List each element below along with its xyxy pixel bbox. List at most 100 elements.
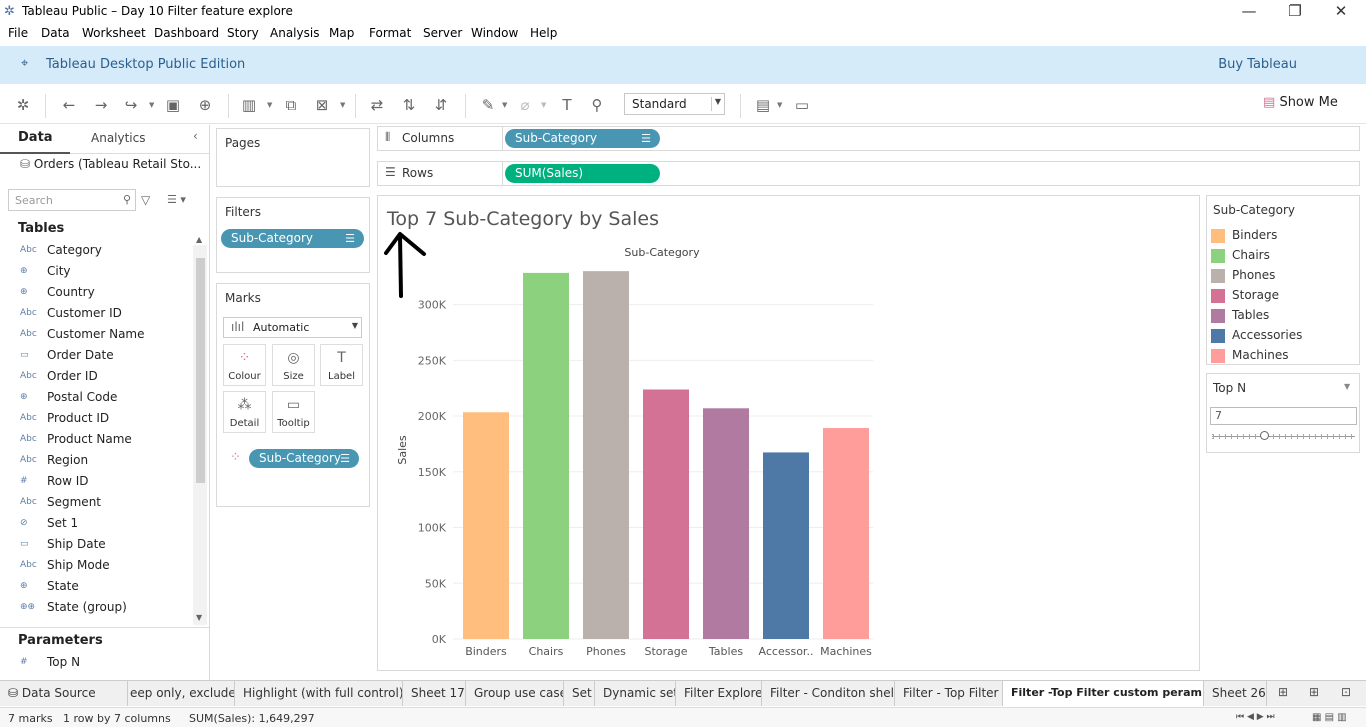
colour-button[interactable]: ⁘ Colour	[223, 344, 266, 386]
rows-pill[interactable]: SUM(Sales)	[505, 164, 660, 183]
chevron-down-icon[interactable]: ▼	[149, 101, 154, 109]
menu-dashboard[interactable]: Dashboard	[154, 26, 219, 40]
label-button[interactable]: T Label	[320, 344, 363, 386]
sheet-tab-active[interactable]: Filter -Top Filter custom peram...	[1003, 681, 1204, 706]
size-button[interactable]: ◎ Size	[272, 344, 315, 386]
view-options-icon[interactable]: ☰ ▾	[167, 193, 186, 206]
chevron-down-icon[interactable]: ▼	[541, 101, 546, 109]
datasource-row[interactable]: ⛁ Orders (Tableau Retail Sto...	[20, 157, 201, 171]
sort-ascending-icon[interactable]: ⇅	[398, 94, 420, 116]
field-ship-date[interactable]: ▭ Ship Date	[20, 536, 192, 556]
new-story-icon[interactable]: ⊡	[1341, 685, 1351, 699]
field-row-id[interactable]: # Row ID	[20, 473, 192, 493]
menu-server[interactable]: Server	[423, 26, 462, 40]
swap-icon[interactable]: ⇄	[366, 94, 388, 116]
menu-analysis[interactable]: Analysis	[270, 26, 319, 40]
chevron-down-icon[interactable]: ▼	[267, 101, 272, 109]
collapse-pane-icon[interactable]: ‹	[193, 129, 198, 143]
slider-thumb[interactable]	[1259, 431, 1269, 440]
sheet-tab[interactable]: Group use case	[466, 681, 564, 706]
sheet-tab[interactable]: Set	[564, 681, 595, 706]
columns-pill[interactable]: Sub-Category ☰	[505, 129, 660, 148]
replay-icon[interactable]: ↪	[120, 94, 142, 116]
field-state[interactable]: ⊕ State	[20, 578, 192, 598]
search-input[interactable]: Search ⚲	[8, 189, 136, 211]
menu-format[interactable]: Format	[369, 26, 411, 40]
field-customer-name[interactable]: Abc Customer Name	[20, 326, 192, 346]
field-order-date[interactable]: ▭ Order Date	[20, 347, 192, 367]
sheet-tab[interactable]: Dynamic set	[595, 681, 676, 706]
tooltip-button[interactable]: ▭ Tooltip	[272, 391, 315, 433]
view-toggle-icons[interactable]: ▦ ▤ ▥	[1312, 712, 1347, 723]
menu-worksheet[interactable]: Worksheet	[82, 26, 146, 40]
scroll-down-icon[interactable]: ▼	[196, 613, 202, 622]
new-datasource-icon[interactable]: ⊕	[194, 94, 216, 116]
field-order-id[interactable]: Abc Order ID	[20, 368, 192, 388]
undo-icon[interactable]: ←	[58, 94, 80, 116]
field-state-group-[interactable]: ⊕⊕ State (group)	[20, 599, 192, 619]
new-dashboard-icon[interactable]: ⊞	[1309, 685, 1319, 699]
highlight-icon[interactable]: ✎	[477, 94, 499, 116]
field-set-1[interactable]: ⊘ Set 1	[20, 515, 192, 535]
tableau-home-icon[interactable]: ✲	[12, 94, 34, 116]
chevron-down-icon[interactable]: ▼	[502, 101, 507, 109]
sheet-tab[interactable]: Sheet 17	[403, 681, 466, 706]
fit-dropdown[interactable]: Standard ▼	[624, 93, 725, 115]
save-icon[interactable]: ▣	[162, 94, 184, 116]
sheet-nav-icons[interactable]: ⏮ ◀ ▶ ⏭	[1236, 712, 1275, 722]
pages-card[interactable]: Pages	[216, 128, 370, 187]
pin-axes-icon[interactable]: ⚲	[586, 94, 608, 116]
filter-icon[interactable]: ▽	[141, 193, 150, 207]
marks-pill[interactable]: Sub-Category ☰	[249, 449, 359, 468]
field-postal-code[interactable]: ⊕ Postal Code	[20, 389, 192, 409]
top-n-input[interactable]: 7	[1210, 407, 1357, 425]
sheet-tab[interactable]: Highlight (with full control)	[235, 681, 403, 706]
menu-file[interactable]: File	[8, 26, 28, 40]
tab-analytics[interactable]: Analytics	[91, 131, 146, 145]
filter-pill[interactable]: Sub-Category ☰	[221, 229, 364, 248]
presentation-icon[interactable]: ▭	[791, 94, 813, 116]
new-worksheet-icon[interactable]: ▥	[238, 94, 260, 116]
detail-button[interactable]: ⁂ Detail	[223, 391, 266, 433]
sheet-tab[interactable]: Sheet 26	[1204, 681, 1267, 706]
chevron-down-icon[interactable]: ▼	[340, 101, 345, 109]
clear-sheet-icon[interactable]: ⊠	[311, 94, 333, 116]
duplicate-icon[interactable]: ⧉	[280, 94, 302, 116]
mark-type-dropdown[interactable]: ılıl Automatic ▼	[223, 317, 362, 338]
scrollbar-thumb[interactable]	[196, 258, 205, 483]
sheet-tab[interactable]: Filter - Conditon shelf	[762, 681, 895, 706]
field-category[interactable]: Abc Category	[20, 242, 192, 262]
menu-data[interactable]: Data	[41, 26, 70, 40]
menu-story[interactable]: Story	[227, 26, 259, 40]
sheet-tab[interactable]: Filter Explore	[676, 681, 762, 706]
field-country[interactable]: ⊕ Country	[20, 284, 192, 304]
field-product-id[interactable]: Abc Product ID	[20, 410, 192, 430]
scroll-up-icon[interactable]: ▲	[196, 235, 202, 244]
cards-icon[interactable]: ▤	[752, 94, 774, 116]
minimize-button[interactable]: —	[1226, 0, 1272, 24]
field-region[interactable]: Abc Region	[20, 452, 192, 472]
show-me-button[interactable]: ▤ Show Me	[1263, 95, 1338, 110]
new-worksheet-icon[interactable]: ⊞	[1278, 685, 1288, 699]
sheet-tab[interactable]: eep only, exclude	[128, 681, 235, 706]
tab-data[interactable]: Data	[18, 130, 53, 145]
filters-card[interactable]: Filters Sub-Category ☰	[216, 197, 370, 273]
field-city[interactable]: ⊕ City	[20, 263, 192, 283]
field-ship-mode[interactable]: Abc Ship Mode	[20, 557, 192, 577]
sort-descending-icon[interactable]: ⇵	[430, 94, 452, 116]
tab-data-source[interactable]: ⛁ Data Source	[0, 681, 128, 706]
menu-map[interactable]: Map	[329, 26, 354, 40]
buy-tableau-link[interactable]: Buy Tableau	[1218, 57, 1297, 72]
field-customer-id[interactable]: Abc Customer ID	[20, 305, 192, 325]
columns-shelf[interactable]: ⦀ Columns Sub-Category ☰	[377, 126, 1360, 151]
chevron-down-icon[interactable]: ▼	[1344, 382, 1350, 391]
rows-shelf[interactable]: ☰ Rows SUM(Sales)	[377, 161, 1360, 186]
menu-help[interactable]: Help	[530, 26, 557, 40]
field-product-name[interactable]: Abc Product Name	[20, 431, 192, 451]
menu-window[interactable]: Window	[471, 26, 518, 40]
close-button[interactable]: ✕	[1318, 0, 1364, 24]
restore-button[interactable]: ❐	[1272, 0, 1318, 24]
chevron-down-icon[interactable]: ▼	[777, 101, 782, 109]
redo-icon[interactable]: →	[90, 94, 112, 116]
sheet-tab[interactable]: Filter - Top Filter	[895, 681, 1003, 706]
